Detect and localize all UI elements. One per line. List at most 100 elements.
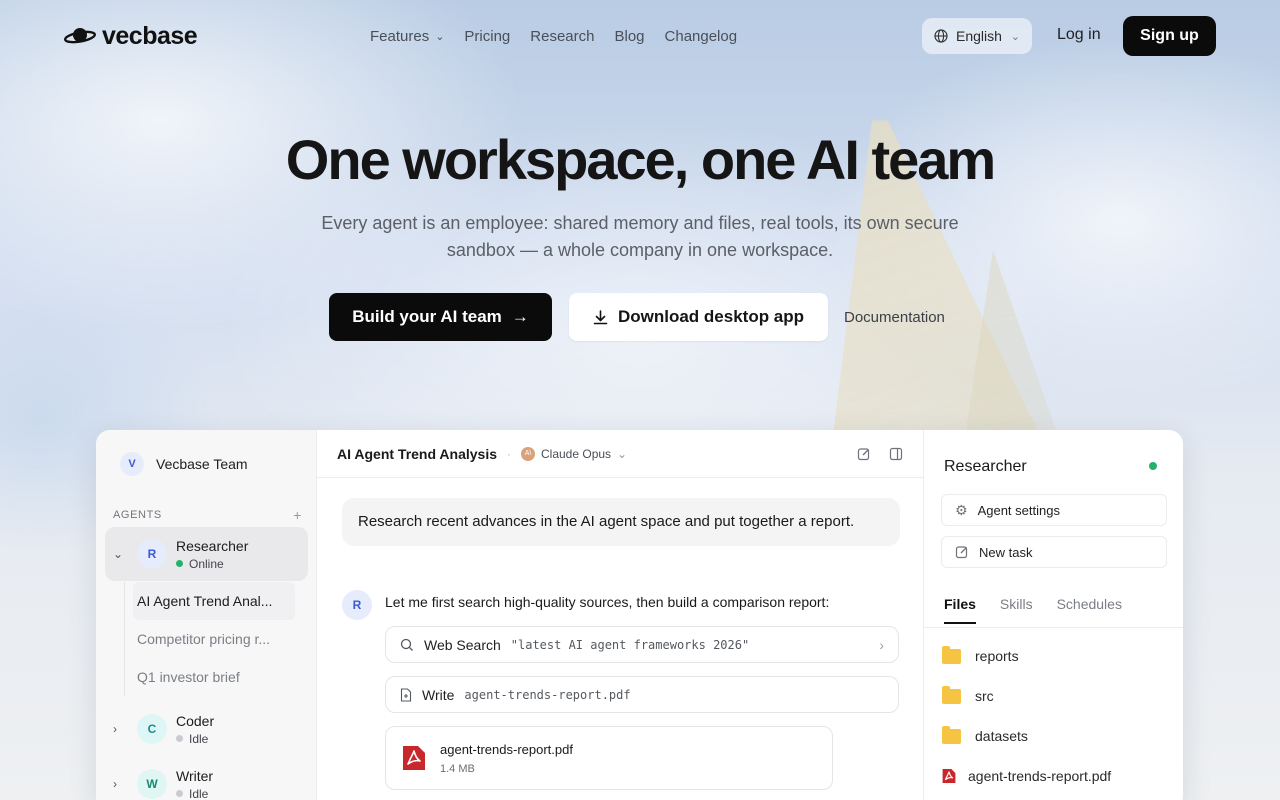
file-item-label: src [975, 688, 994, 704]
file-item-label: agent-trends-report.pdf [968, 768, 1112, 784]
edit-icon [955, 546, 968, 559]
thread-list: AI Agent Trend Anal... Competitor pricin… [124, 582, 295, 696]
agent-settings-button[interactable]: ⚙ Agent settings [941, 494, 1167, 526]
tab-files[interactable]: Files [944, 596, 976, 624]
agent-settings-label: Agent settings [977, 502, 1060, 518]
file-item-reports[interactable]: reports [942, 645, 1019, 664]
tool-name: Web Search [424, 636, 501, 653]
thread-item[interactable]: AI Agent Trend Anal... [133, 582, 295, 620]
agent-detail-panel: Researcher ⚙ Agent settings New task Fil… [924, 430, 1183, 800]
nav-research[interactable]: Research [530, 28, 594, 45]
avatar: R [137, 539, 167, 569]
tool-argument: agent-trends-report.pdf [464, 687, 631, 702]
chevron-right-icon: › [879, 636, 884, 653]
anthropic-icon: A\ [521, 446, 535, 461]
agents-heading: AGENTS [113, 509, 162, 521]
tool-argument: "latest AI agent frameworks 2026" [510, 637, 750, 652]
thread-item[interactable]: Competitor pricing r... [125, 620, 295, 658]
nav-features-label: Features [370, 27, 430, 45]
documentation-link[interactable]: Documentation [844, 309, 945, 326]
tool-call-web-search[interactable]: Web Search "latest AI agent frameworks 2… [385, 626, 899, 663]
hero-subtitle: Every agent is an employee: shared memor… [321, 213, 959, 260]
main-menu: Features ⌄ Pricing Research Blog Changelo… [370, 28, 737, 45]
idle-dot [176, 790, 183, 797]
thread-item[interactable]: Q1 investor brief [125, 658, 295, 696]
new-task-button[interactable]: New task [941, 536, 1167, 568]
chevron-down-icon: ⌄ [435, 30, 445, 43]
top-nav: vecbase Features ⌄ Pricing Research Blog … [64, 16, 1216, 56]
model-name: Claude Opus [541, 446, 612, 461]
tool-name: Write [422, 686, 455, 703]
file-name: agent-trends-report.pdf [440, 741, 573, 757]
nav-features[interactable]: Features ⌄ [370, 28, 444, 45]
agents-sidebar: V Vecbase Team AGENTS + ⌄ R Researcher O… [96, 430, 317, 800]
chevron-right-icon[interactable]: › [113, 777, 127, 791]
team-avatar: V [120, 452, 144, 476]
team-switcher[interactable]: V Vecbase Team [120, 452, 248, 476]
file-size: 1.4 MB [440, 762, 475, 775]
build-team-label: Build your AI team [352, 307, 502, 326]
sidebar-toggle-icon[interactable] [889, 447, 903, 461]
chevron-right-icon[interactable]: › [113, 722, 127, 736]
login-link[interactable]: Log in [1057, 26, 1101, 44]
folder-icon [942, 645, 961, 664]
language-selector[interactable]: English ⌄ [922, 18, 1032, 54]
online-dot [176, 560, 183, 567]
agent-status-label: Idle [189, 731, 209, 746]
tab-skills[interactable]: Skills [1000, 596, 1033, 612]
separator-dot: · [507, 446, 511, 461]
agent-status: Online [176, 557, 248, 571]
avatar: R [342, 590, 372, 620]
avatar: W [137, 769, 167, 799]
chat-panel: AI Agent Trend Analysis · A\ Claude Opus… [317, 430, 924, 800]
hero-title: One workspace, one AI team [285, 128, 996, 191]
file-attachment[interactable]: agent-trends-report.pdf 1.4 MB [385, 726, 833, 790]
tab-schedules[interactable]: Schedules [1057, 596, 1122, 612]
agent-writer[interactable]: › W Writer Idle [105, 757, 308, 800]
edit-icon[interactable] [857, 447, 871, 461]
search-icon [400, 638, 413, 651]
build-team-button[interactable]: Build your AI team → [329, 293, 552, 341]
folder-icon [942, 725, 961, 744]
online-dot [1149, 462, 1157, 470]
nav-pricing[interactable]: Pricing [464, 28, 510, 45]
agents-header: AGENTS + [113, 507, 302, 523]
agent-researcher[interactable]: ⌄ R Researcher Online [105, 527, 308, 581]
assistant-message: Let me first search high-quality sources… [385, 594, 830, 610]
nav-changelog[interactable]: Changelog [665, 28, 738, 45]
brand-logo[interactable]: vecbase [64, 22, 198, 51]
agent-name: Researcher [176, 537, 249, 554]
chat-title: AI Agent Trend Analysis [337, 445, 497, 462]
agent-status-label: Online [189, 556, 224, 571]
agent-name: Writer [176, 767, 214, 784]
file-plus-icon [400, 687, 412, 702]
nav-blog[interactable]: Blog [614, 28, 644, 45]
agent-coder[interactable]: › C Coder Idle [105, 702, 308, 756]
agent-name: Coder [176, 712, 215, 729]
file-item-label: reports [975, 648, 1019, 664]
file-item-src[interactable]: src [942, 685, 994, 704]
chevron-down-icon[interactable]: ⌄ [113, 547, 127, 561]
team-name: Vecbase Team [156, 456, 248, 472]
agent-status: Idle [176, 732, 214, 746]
download-icon [593, 309, 608, 324]
pdf-icon [942, 769, 956, 783]
chevron-down-icon: ⌄ [617, 446, 628, 461]
globe-icon [934, 29, 948, 43]
pdf-icon [403, 746, 425, 770]
idle-dot [176, 735, 183, 742]
tool-call-write[interactable]: Write agent-trends-report.pdf [385, 676, 899, 713]
new-task-label: New task [979, 544, 1033, 560]
tab-divider [924, 627, 1183, 628]
model-selector[interactable]: A\ Claude Opus ⌄ [521, 446, 628, 461]
planet-logo-icon [64, 28, 96, 44]
app-window: V Vecbase Team AGENTS + ⌄ R Researcher O… [96, 430, 1183, 800]
file-item-datasets[interactable]: datasets [942, 725, 1028, 744]
user-message: Research recent advances in the AI agent… [342, 498, 900, 546]
plus-icon[interactable]: + [293, 507, 302, 523]
file-item-pdf[interactable]: agent-trends-report.pdf [942, 768, 1111, 784]
signup-button[interactable]: Sign up [1123, 16, 1216, 56]
download-app-button[interactable]: Download desktop app [569, 293, 828, 341]
chat-header: AI Agent Trend Analysis · A\ Claude Opus… [317, 430, 923, 478]
avatar: C [137, 714, 167, 744]
